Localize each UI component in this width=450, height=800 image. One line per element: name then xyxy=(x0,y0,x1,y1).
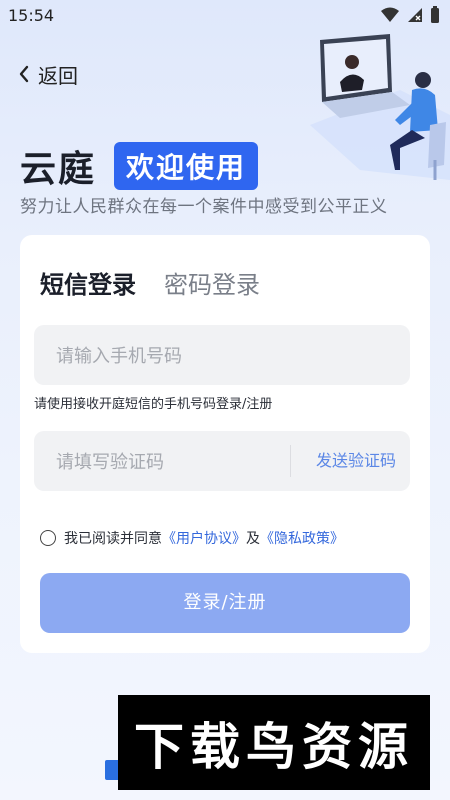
wifi-icon xyxy=(381,7,399,22)
back-button[interactable]: 返回 xyxy=(18,60,78,88)
phone-field xyxy=(34,325,410,387)
status-time: 15:54 xyxy=(8,6,55,25)
video-conference-illustration xyxy=(310,34,450,180)
status-bar: 15:54 xyxy=(0,0,450,32)
back-label: 返回 xyxy=(38,63,78,88)
login-register-button[interactable]: 登录/注册 xyxy=(40,573,410,633)
send-code-button[interactable]: 发送验证码 xyxy=(316,431,396,491)
chevron-left-icon xyxy=(19,65,29,83)
verification-code-input[interactable] xyxy=(54,431,288,493)
tab-sms-login[interactable]: 短信登录 xyxy=(40,265,136,300)
privacy-policy-link[interactable]: 《隐私政策》 xyxy=(260,528,344,548)
app-name: 云庭 xyxy=(20,149,97,190)
phone-hint: 请使用接收开庭短信的手机号码登录/注册 xyxy=(34,397,273,412)
signal-icon xyxy=(408,8,422,22)
field-divider xyxy=(290,445,291,477)
agreement-checkbox[interactable] xyxy=(40,530,56,546)
login-card: 短信登录 密码登录 请使用接收开庭短信的手机号码登录/注册 发送验证码 我已阅读… xyxy=(20,235,430,653)
watermark-banner: 下载鸟资源 xyxy=(118,695,430,790)
tab-password-login[interactable]: 密码登录 xyxy=(164,265,260,300)
phone-input[interactable] xyxy=(54,325,378,387)
brand-header: 云庭 欢迎使用 xyxy=(20,140,259,192)
status-icons xyxy=(380,6,440,24)
welcome-badge: 欢迎使用 xyxy=(114,142,259,190)
agreement-row: 我已阅读并同意 《用户协议》 及 《隐私政策》 xyxy=(40,528,344,548)
user-agreement-link[interactable]: 《用户协议》 xyxy=(162,528,246,548)
login-tabs: 短信登录 密码登录 xyxy=(40,265,260,300)
code-field: 发送验证码 xyxy=(34,431,410,493)
agreement-prefix: 我已阅读并同意 xyxy=(64,531,162,547)
agreement-conjunction: 及 xyxy=(246,531,260,547)
battery-icon xyxy=(431,6,439,23)
slogan: 努力让人民群众在每一个案件中感受到公平正义 xyxy=(20,197,388,217)
watermark-text: 下载鸟资源 xyxy=(134,717,414,776)
